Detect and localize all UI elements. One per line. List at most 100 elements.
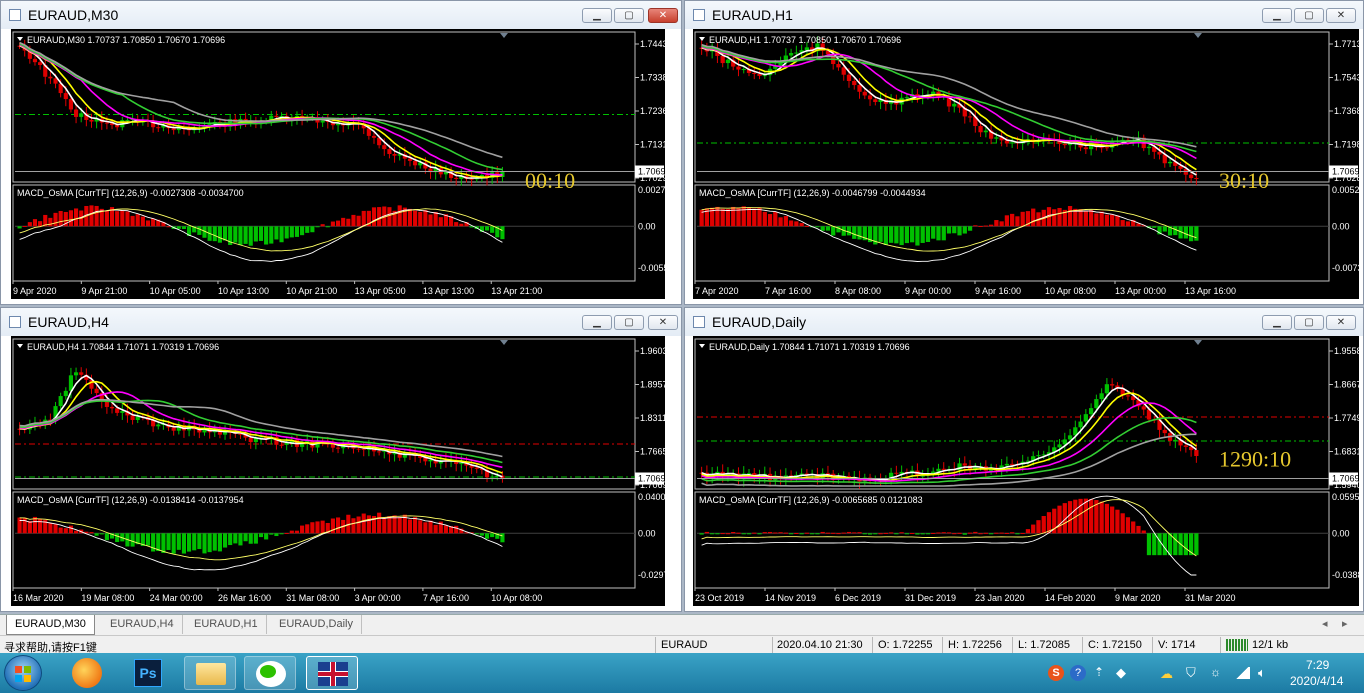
maximize-button[interactable]: ▢ xyxy=(1294,8,1324,23)
folder-icon xyxy=(196,663,226,685)
chart-window-m30[interactable]: EURAUD,M30 ▁ ▢ ✕ EURAUD,M30 1.70737 1.70… xyxy=(0,0,682,305)
time-axis-label: 10 Apr 08:00 xyxy=(491,593,542,603)
indicator-histogram-bar xyxy=(752,532,757,534)
security-shield-icon[interactable]: ⛉ xyxy=(1186,665,1202,681)
shift-marker-icon xyxy=(1194,340,1202,345)
taskbar-photoshop[interactable]: Ps xyxy=(122,656,174,690)
maximize-button[interactable]: ▢ xyxy=(1294,315,1324,330)
indicator-histogram-bar xyxy=(778,217,783,227)
tab-scroll-left-icon[interactable]: ◂ xyxy=(1322,617,1328,630)
price-chart-svg[interactable]: EURAUD,H4 1.70844 1.71071 1.70319 1.7069… xyxy=(11,336,665,606)
candle-body xyxy=(63,390,68,397)
close-button[interactable]: ✕ xyxy=(1326,8,1356,23)
minimize-button[interactable]: ▁ xyxy=(1262,8,1292,23)
taskbar-file-explorer[interactable] xyxy=(184,656,236,690)
tray-status-icon[interactable]: ☼ xyxy=(1210,665,1226,681)
window-titlebar[interactable]: EURAUD,Daily ▁ ▢ ✕ xyxy=(685,308,1363,336)
taskbar-metatrader[interactable] xyxy=(306,656,358,690)
chart-area[interactable]: EURAUD,Daily 1.70844 1.71071 1.70319 1.7… xyxy=(693,336,1359,606)
candle-body xyxy=(1062,143,1067,146)
current-price-label: 1.70696 xyxy=(1332,474,1359,484)
chart-area[interactable]: EURAUD,H1 1.70737 1.70850 1.70670 1.7069… xyxy=(693,29,1359,299)
tab-euraud-h1[interactable]: EURAUD,H1 xyxy=(186,615,267,634)
candle-body xyxy=(74,109,79,117)
indicator-histogram-bar xyxy=(433,524,438,534)
indicator-histogram-bar xyxy=(962,226,967,234)
candle-body xyxy=(279,444,284,446)
minimize-button[interactable]: ▁ xyxy=(1262,315,1292,330)
tab-scroll-right-icon[interactable]: ▸ xyxy=(1342,617,1348,630)
chart-area[interactable]: EURAUD,H4 1.70844 1.71071 1.70319 1.7069… xyxy=(11,336,665,606)
network-share-icon[interactable]: ◆ xyxy=(1116,665,1132,681)
indicator-histogram-bar xyxy=(878,533,883,535)
clock-date[interactable]: 2020/4/14 xyxy=(1290,674,1343,688)
indicator-histogram-bar xyxy=(852,226,857,239)
help-icon[interactable]: ? xyxy=(1070,665,1086,681)
maximize-button[interactable]: ▢ xyxy=(614,315,644,330)
maximize-button[interactable]: ▢ xyxy=(614,8,644,23)
input-method-icon[interactable]: S xyxy=(1048,665,1064,681)
indicator-histogram-bar xyxy=(1078,498,1083,534)
indicator-histogram-bar xyxy=(931,226,936,239)
time-axis-label: 13 Apr 16:00 xyxy=(1185,286,1236,296)
tab-euraud-daily[interactable]: EURAUD,Daily xyxy=(271,615,362,634)
indicator-label: MACD_OsMA [CurrTF] (12,26,9) -0.0138414 … xyxy=(17,495,244,505)
candle-body xyxy=(125,119,130,121)
indicator-axis-label: 0.0027683 xyxy=(638,185,665,195)
tray-app-icon[interactable]: ⇡ xyxy=(1094,665,1108,681)
indicator-histogram-bar xyxy=(1152,533,1157,556)
close-button[interactable]: ✕ xyxy=(1326,315,1356,330)
candle-body xyxy=(115,125,120,128)
indicator-histogram-bar xyxy=(725,533,731,535)
indicator-axis-label: 0.00 xyxy=(638,221,656,231)
indicator-histogram-bar xyxy=(894,226,899,244)
indicator-histogram-bar xyxy=(1188,226,1194,242)
price-chart-svg[interactable]: EURAUD,Daily 1.70844 1.71071 1.70319 1.7… xyxy=(693,336,1359,606)
metatrader-flag-icon xyxy=(318,662,348,686)
chart-area[interactable]: EURAUD,M30 1.70737 1.70850 1.70670 1.706… xyxy=(11,29,665,299)
indicator-histogram-bar xyxy=(418,211,423,227)
window-titlebar[interactable]: EURAUD,H1 ▁ ▢ ✕ xyxy=(685,1,1363,29)
indicator-histogram-bar xyxy=(289,226,294,238)
indicator-histogram-bar xyxy=(915,226,920,246)
main-panel-frame xyxy=(12,31,636,183)
window-titlebar[interactable]: EURAUD,M30 ▁ ▢ ✕ xyxy=(1,1,681,29)
close-button[interactable]: ✕ xyxy=(648,315,678,330)
close-button[interactable]: ✕ xyxy=(648,8,678,23)
candle-body xyxy=(1036,455,1041,457)
minimize-button[interactable]: ▁ xyxy=(582,315,612,330)
chart-window-h1[interactable]: EURAUD,H1 ▁ ▢ ✕ EURAUD,H1 1.70737 1.7085… xyxy=(684,0,1364,305)
cloud-icon[interactable]: ☁ xyxy=(1160,666,1176,681)
tab-euraud-m30[interactable]: EURAUD,M30 xyxy=(6,615,95,635)
tab-euraud-h4[interactable]: EURAUD,H4 xyxy=(102,615,183,634)
minimize-button[interactable]: ▁ xyxy=(582,8,612,23)
candle-body xyxy=(1162,429,1167,434)
indicator-histogram-bar xyxy=(284,532,289,534)
taskbar-wechat[interactable] xyxy=(244,656,296,690)
indicator-histogram-bar xyxy=(413,517,418,534)
price-axis-label: 1.72360 xyxy=(640,106,665,116)
candle-body xyxy=(725,59,731,64)
status-low: L: 1.72085 xyxy=(1018,639,1070,651)
clock-time[interactable]: 7:29 xyxy=(1306,658,1329,672)
signal-bars-icon[interactable] xyxy=(1234,667,1250,679)
indicator-histogram-bar xyxy=(423,210,428,227)
volume-icon[interactable]: 🔈︎ xyxy=(1258,665,1274,681)
indicator-histogram-bar xyxy=(377,512,382,534)
price-chart-svg[interactable]: EURAUD,H1 1.70737 1.70850 1.70670 1.7069… xyxy=(693,29,1359,299)
indicator-histogram-bar xyxy=(115,211,120,227)
chart-window-h4[interactable]: EURAUD,H4 ▁ ▢ ✕ EURAUD,H4 1.70844 1.7107… xyxy=(0,307,682,612)
indicator-histogram-bar xyxy=(32,516,38,534)
indicator-histogram-bar xyxy=(253,226,258,242)
window-titlebar[interactable]: EURAUD,H4 ▁ ▢ ✕ xyxy=(1,308,681,336)
price-chart-svg[interactable]: EURAUD,M30 1.70737 1.70850 1.70670 1.706… xyxy=(11,29,665,299)
indicator-axis-label: -0.0388890 xyxy=(1332,570,1359,580)
chart-window-daily[interactable]: EURAUD,Daily ▁ ▢ ✕ EURAUD,Daily 1.70844 … xyxy=(684,307,1364,612)
status-divider xyxy=(1012,637,1013,653)
indicator-histogram-bar xyxy=(258,533,264,538)
candle-body xyxy=(1104,384,1110,394)
candle-body xyxy=(1004,463,1010,466)
taskbar-browser[interactable] xyxy=(62,656,114,690)
indicator-histogram-bar xyxy=(233,533,238,544)
start-orb-icon[interactable] xyxy=(4,655,42,691)
